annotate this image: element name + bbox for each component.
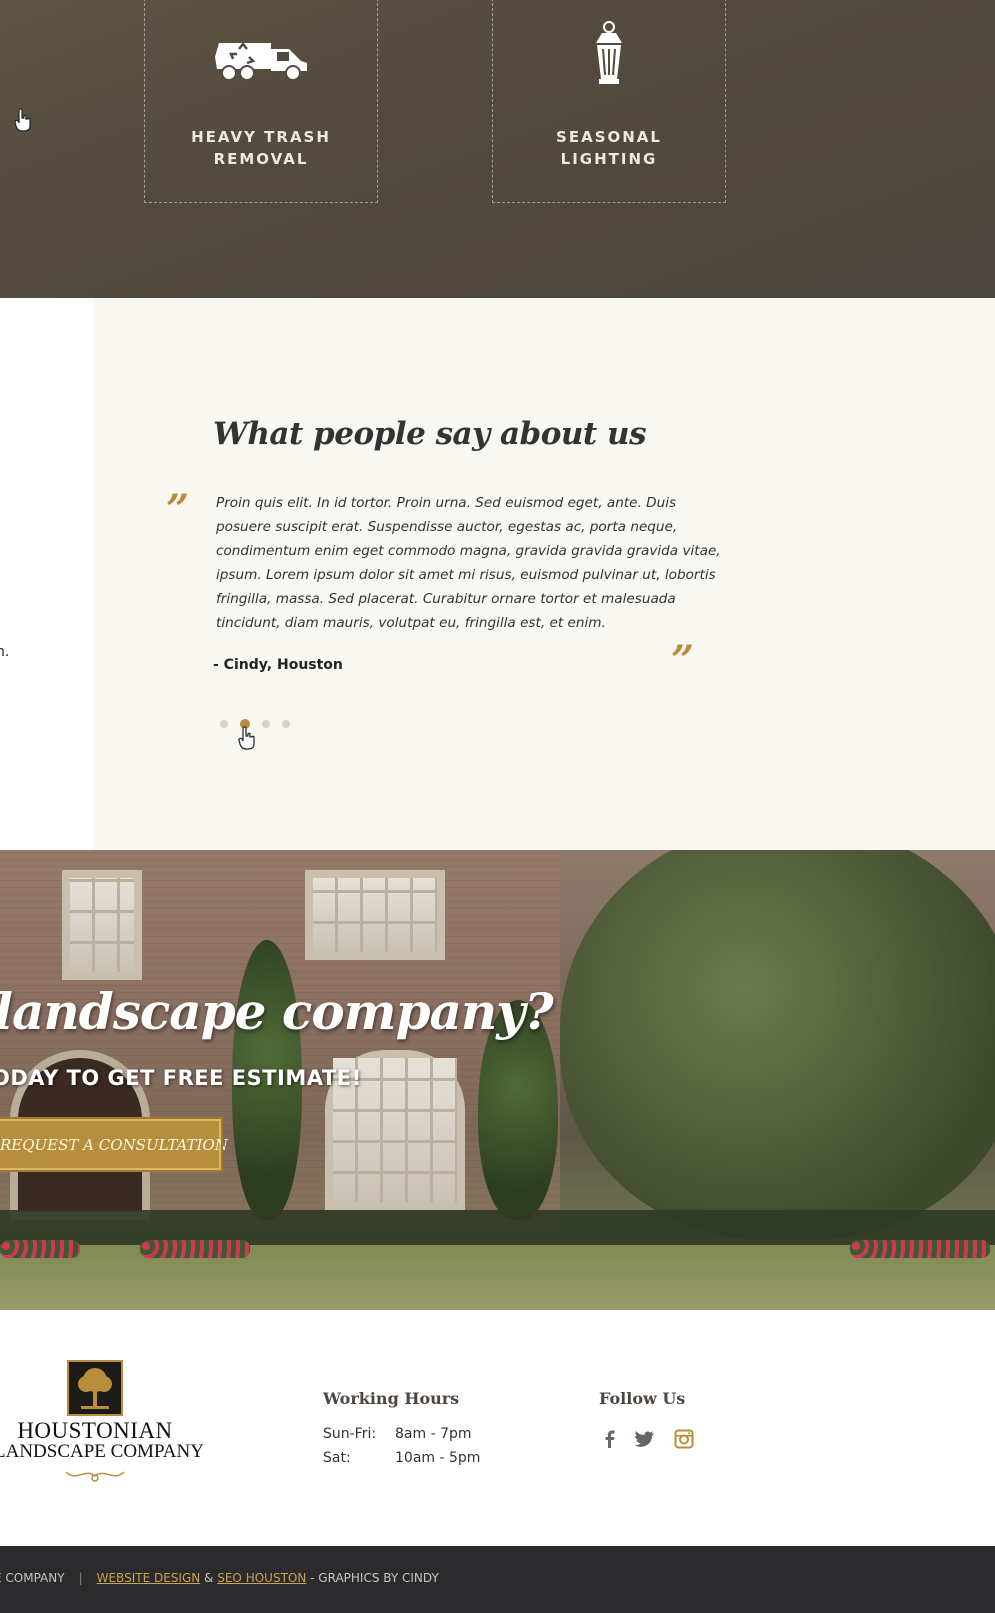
carousel-dot[interactable] xyxy=(262,720,270,728)
separator: | xyxy=(78,1571,83,1585)
house-window xyxy=(305,870,445,960)
carousel-dot[interactable] xyxy=(220,720,228,728)
website-design-link[interactable]: WEBSITE DESIGN xyxy=(97,1571,201,1585)
lantern-icon xyxy=(584,19,634,95)
carousel-dot[interactable] xyxy=(282,720,290,728)
hand-cursor-icon xyxy=(238,726,256,754)
tree-logo-icon xyxy=(67,1360,123,1416)
hours-row: Sat: 10am - 5pm xyxy=(323,1450,480,1466)
house-window xyxy=(62,870,142,980)
testimonials-heading: What people say about us xyxy=(213,416,647,452)
flowers-image xyxy=(850,1240,990,1258)
copyright-company: E COMPANY xyxy=(0,1571,65,1585)
close-quote-icon: ” xyxy=(671,637,695,684)
hours-day: Sun-Fri: xyxy=(323,1426,377,1442)
cta-subtitle: ODAY TO GET FREE ESTIMATE! xyxy=(0,1066,362,1090)
service-label: HEAVY TRASH REMOVAL xyxy=(191,128,331,168)
request-consultation-button[interactable]: REQUEST A CONSULTATION xyxy=(0,1117,228,1172)
left-column-strip: n. xyxy=(0,298,94,850)
facebook-icon[interactable] xyxy=(599,1428,621,1450)
logo-line2: LANDSCAPE COMPANY xyxy=(0,1441,204,1462)
twitter-icon[interactable] xyxy=(634,1428,656,1450)
open-quote-icon: ” xyxy=(166,486,190,533)
hours-time: 8am - 7pm xyxy=(395,1426,472,1442)
services-section: HEAVY TRASH REMOVAL SEASONAL LIGHTING xyxy=(0,0,995,298)
service-label: SEASONAL LIGHTING xyxy=(556,128,662,168)
trash-truck-icon xyxy=(209,19,313,93)
cta-title: landscape company? xyxy=(0,982,554,1041)
seo-houston-link[interactable]: SEO HOUSTON xyxy=(217,1571,306,1585)
testimonial-author: - Cindy, Houston xyxy=(213,657,343,673)
follow-us-title: Follow Us xyxy=(599,1389,686,1408)
testimonial-quote: Proin quis elit. In id tortor. Proin urn… xyxy=(216,495,721,631)
hours-row: Sun-Fri: 8am - 7pm xyxy=(323,1426,472,1442)
company-logo[interactable]: HOUSTONIAN LANDSCAPE COMPANY xyxy=(0,1360,204,1488)
ampersand: & xyxy=(204,1571,214,1585)
copyright-line: E COMPANY | WEBSITE DESIGN & SEO HOUSTON -… xyxy=(0,1571,439,1585)
graphics-credit: - GRAPHICS BY CINDY xyxy=(310,1571,439,1585)
hand-cursor-icon xyxy=(14,108,32,136)
tree-image xyxy=(560,850,995,1240)
hours-time: 10am - 5pm xyxy=(395,1450,481,1466)
hours-day: Sat: xyxy=(323,1450,351,1466)
flourish-icon xyxy=(64,1466,126,1488)
truncated-text: n. xyxy=(0,644,10,660)
flowers-image xyxy=(140,1240,250,1258)
working-hours-title: Working Hours xyxy=(323,1389,460,1408)
service-card-heavy-trash[interactable]: HEAVY TRASH REMOVAL xyxy=(144,0,378,203)
instagram-icon[interactable] xyxy=(673,1428,695,1450)
flowers-image xyxy=(0,1240,80,1258)
service-card-seasonal-lighting[interactable]: SEASONAL LIGHTING xyxy=(492,0,726,203)
